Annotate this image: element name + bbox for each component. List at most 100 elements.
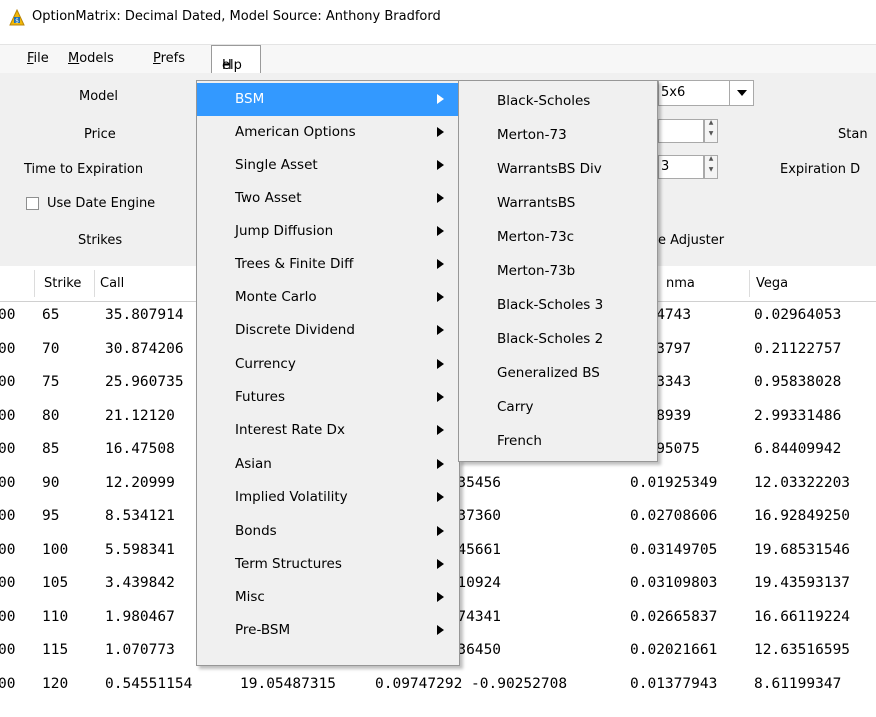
models-menu-item[interactable]: Bonds [197, 515, 459, 548]
cell-vega: 8.61199347 [754, 675, 842, 692]
models-menu-item[interactable]: Single Asset [197, 149, 459, 182]
cell-gamma: 0.02708606 [630, 508, 718, 524]
models-menu-item[interactable]: Trees & Finite Diff [197, 248, 459, 281]
bsm-submenu-item-label: Generalized BS [497, 365, 600, 381]
models-menu-item[interactable]: Discrete Dividend [197, 314, 459, 347]
cell-vega: 6.84409942 [754, 441, 842, 457]
models-menu-item[interactable]: Implied Volatility [197, 481, 459, 514]
menu-prefs-mnemonic: P [153, 51, 161, 66]
models-menu-item[interactable]: American Options [197, 116, 459, 149]
submenu-arrow-icon [437, 94, 444, 104]
column-header-vega[interactable]: Vega [756, 276, 788, 291]
models-menu-item-label: Implied Volatility [235, 489, 348, 505]
models-menu-item-label: Monte Carlo [235, 289, 317, 305]
models-menu-item[interactable]: Two Asset [197, 182, 459, 215]
cell-strike: 115 [42, 642, 69, 658]
submenu-arrow-icon [437, 160, 444, 170]
column-header-gamma[interactable]: nma [666, 276, 695, 291]
price-field[interactable] [658, 119, 704, 143]
models-menu-item-label: Jump Diffusion [235, 223, 334, 239]
cell-delta: 0.09747292 -0.90252708 [375, 675, 568, 692]
cell-lead: 00 [0, 675, 16, 692]
bsm-submenu-item-label: Black-Scholes [497, 93, 591, 109]
cell-gamma: 0.03109803 [630, 575, 718, 591]
models-menu-item[interactable]: BSM [197, 83, 459, 116]
strikes-label: Strikes [78, 233, 123, 248]
bsm-submenu-item[interactable]: Merton-73 [459, 119, 657, 152]
column-header-strike[interactable]: Strike [44, 276, 81, 291]
bsm-submenu-item[interactable]: Black-Scholes 2 [459, 323, 657, 356]
submenu-arrow-icon [437, 259, 444, 269]
models-menu-item-label: Currency [235, 356, 296, 372]
cell-vega: 0.21122757 [754, 340, 842, 357]
use-date-engine-checkbox[interactable] [26, 197, 39, 210]
menu-prefs[interactable]: Prefs [151, 51, 187, 66]
models-menu-item-label: Discrete Dividend [235, 322, 355, 338]
menu-prefs-label: refs [160, 51, 186, 66]
column-separator [749, 270, 750, 297]
models-menu-item[interactable]: Term Structures [197, 548, 459, 581]
menu-file-label: ile [33, 51, 49, 66]
title-bar: $ OptionMatrix: Decimal Dated, Model Sou… [0, 0, 876, 35]
model-combo[interactable]: 5x6 [658, 80, 754, 106]
bsm-submenu-item[interactable]: WarrantsBS [459, 187, 657, 220]
cell-gamma: 0.02665837 [630, 608, 718, 625]
bsm-submenu: Black-Scholes Merton-73 WarrantsBS Div Warr… [458, 80, 658, 462]
cell-call: 1.070773 [105, 642, 175, 658]
models-menu-item[interactable]: Jump Diffusion [197, 215, 459, 248]
bsm-submenu-item-label: Black-Scholes 2 [497, 331, 604, 347]
menu-models[interactable]: Models [66, 51, 116, 66]
bsm-submenu-item-label: French [497, 433, 542, 449]
bsm-submenu-item[interactable]: Black-Scholes 3 [459, 289, 657, 322]
window-title: OptionMatrix: Decimal Dated, Model Sourc… [32, 9, 441, 24]
models-menu-item[interactable]: Currency [197, 348, 459, 381]
models-menu-item[interactable]: Pre-BSM [197, 614, 459, 647]
model-combo-value: 5x6 [661, 85, 686, 100]
cell-lead: 00 [0, 575, 16, 591]
price-spinner[interactable]: ▲ ▼ [704, 119, 718, 143]
models-menu-item[interactable]: Interest Rate Dx [197, 414, 459, 447]
time-spinner[interactable]: ▲ ▼ [704, 155, 718, 179]
menu-help[interactable]: Help [211, 45, 261, 73]
models-menu-item[interactable]: Asian [197, 448, 459, 481]
bsm-submenu-item[interactable]: Merton-73c [459, 221, 657, 254]
models-menu-item[interactable]: Misc [197, 581, 459, 614]
cell-strike: 100 [42, 541, 69, 558]
submenu-arrow-icon [437, 392, 444, 402]
table-row[interactable]: 00 120 0.54551154 19.05487315 0.09747292 -0.… [0, 670, 876, 702]
time-field[interactable]: 3 [658, 155, 704, 179]
bsm-submenu-item[interactable]: Carry [459, 391, 657, 424]
models-menu-item-label: Two Asset [235, 190, 302, 206]
chevron-down-icon[interactable] [729, 81, 754, 105]
menu-models-label: odels [79, 51, 114, 66]
submenu-arrow-icon [437, 193, 444, 203]
bsm-submenu-item[interactable]: French [459, 425, 657, 458]
bsm-submenu-item[interactable]: Black-Scholes [459, 85, 657, 118]
bsm-submenu-item-label: WarrantsBS Div [497, 161, 602, 177]
bsm-submenu-item[interactable]: Merton-73b [459, 255, 657, 288]
models-menu-item-label: Interest Rate Dx [235, 422, 345, 438]
cell-strike: 75 [42, 374, 60, 390]
cell-lead: 00 [0, 508, 16, 524]
models-menu-item[interactable]: Futures [197, 381, 459, 414]
models-menu: BSM American Options Single Asset Two Asset… [196, 80, 460, 666]
models-menu-item-label: Term Structures [235, 556, 342, 572]
submenu-arrow-icon [437, 459, 444, 469]
bsm-submenu-item-label: Carry [497, 399, 534, 415]
submenu-arrow-icon [437, 226, 444, 236]
bsm-submenu-item[interactable]: Generalized BS [459, 357, 657, 390]
models-menu-item-label: BSM [235, 91, 265, 107]
menu-file[interactable]: File [25, 51, 51, 66]
cell-vega: 16.66119224 [754, 608, 851, 625]
models-menu-item[interactable]: Monte Carlo [197, 281, 459, 314]
models-menu-item-label: Single Asset [235, 157, 318, 173]
cell-strike: 120 [42, 675, 69, 692]
app-icon: $ [9, 9, 25, 26]
column-header-call[interactable]: Call [100, 276, 124, 291]
models-menu-item-label: Futures [235, 389, 286, 405]
bsm-submenu-item-label: Merton-73 [497, 127, 567, 143]
price-label: Price [84, 127, 116, 142]
cell-gamma: 0.01377943 [630, 675, 718, 692]
cell-call: 1.980467 [105, 608, 175, 625]
bsm-submenu-item[interactable]: WarrantsBS Div [459, 153, 657, 186]
